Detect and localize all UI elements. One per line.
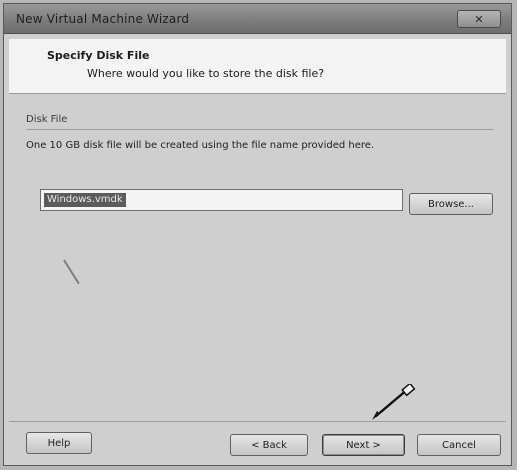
wizard-content: Disk File One 10 GB disk file will be cr… [9,99,506,417]
cancel-button[interactable]: Cancel [417,434,501,456]
help-button[interactable]: Help [26,432,92,454]
footer-divider [9,421,506,422]
browse-button[interactable]: Browse... [409,193,493,215]
wizard-header: Specify Disk File Where would you like t… [9,39,506,94]
disk-file-input-value: Windows.vmdk [44,193,126,207]
page-title: Specify Disk File [47,49,150,62]
group-divider [26,129,494,130]
pen-pointer-icon [372,384,416,420]
next-button[interactable]: Next > [322,434,405,456]
disk-file-input[interactable]: Windows.vmdk [40,189,403,211]
title-bar[interactable]: New Virtual Machine Wizard ✕ [4,4,511,34]
close-button[interactable]: ✕ [457,10,501,28]
page-subtitle: Where would you like to store the disk f… [87,67,325,80]
disk-file-group-label: Disk File [26,114,68,125]
disk-file-description: One 10 GB disk file will be created usin… [26,140,375,151]
scan-mark [63,259,80,285]
close-icon: ✕ [474,12,484,26]
window-title: New Virtual Machine Wizard [16,12,190,26]
back-button[interactable]: < Back [230,434,308,456]
wizard-window: New Virtual Machine Wizard ✕ Specify Dis… [3,3,512,466]
